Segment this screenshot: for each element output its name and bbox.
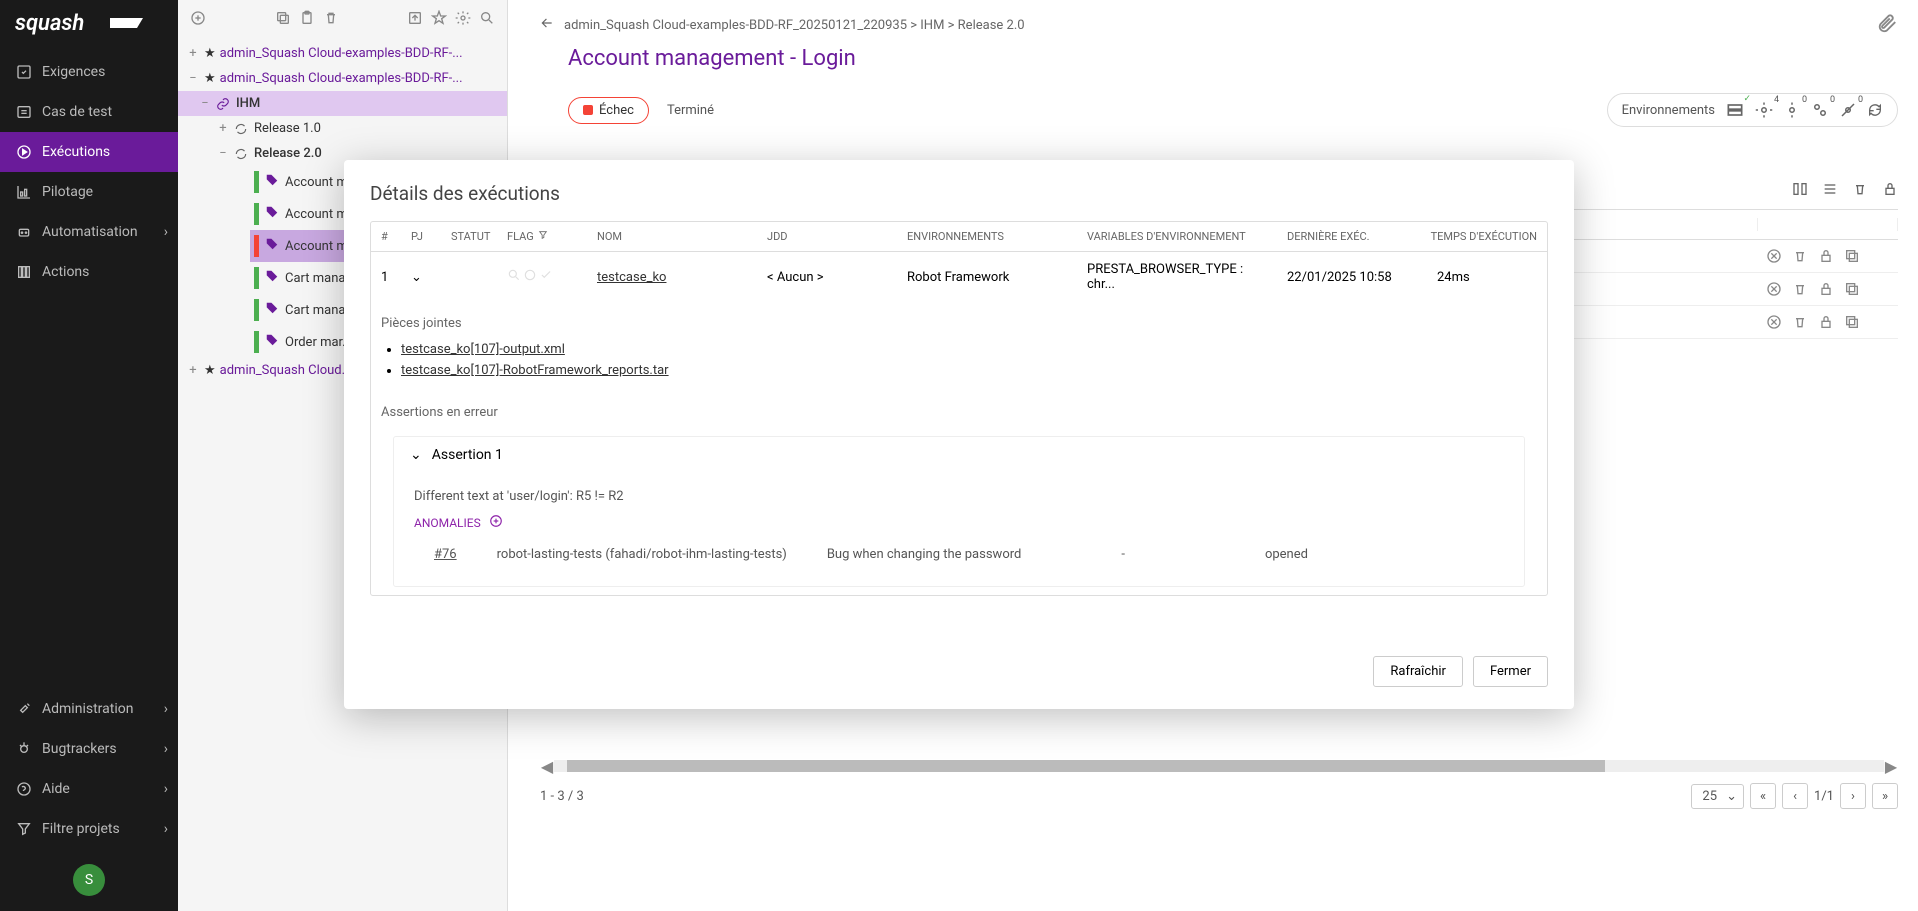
assertion-text: Different text at 'user/login': R5 != R2 <box>414 489 1504 504</box>
anomaly-id-link[interactable]: #76 <box>434 547 457 562</box>
anomalies-title: ANOMALIES <box>414 516 481 530</box>
attachments-list: testcase_ko[107]-output.xml testcase_ko[… <box>371 339 1547 391</box>
chevron-down-icon[interactable]: ⌄ <box>401 270 441 285</box>
col-status: STATUT <box>441 230 497 243</box>
execution-details-modal: Détails des exécutions # PJ STATUT FLAG … <box>344 160 1574 709</box>
refresh-button[interactable]: Rafraîchir <box>1373 656 1463 687</box>
flag-icon <box>507 268 521 286</box>
col-env: ENVIRONNEMENTS <box>897 230 1077 243</box>
anomaly-status: opened <box>1265 547 1308 562</box>
anomaly-row[interactable]: #76 robot-lasting-tests (fahadi/robot-ih… <box>414 539 1504 570</box>
add-anomaly-icon[interactable] <box>489 514 503 531</box>
attachment-link[interactable]: testcase_ko[107]-RobotFramework_reports.… <box>401 363 669 378</box>
assertion-label: Assertion 1 <box>432 447 503 463</box>
col-vars: VARIABLES D'ENVIRONNEMENT <box>1077 230 1277 243</box>
col-name: NOM <box>587 230 757 243</box>
col-jdd: JDD <box>757 230 897 243</box>
close-button[interactable]: Fermer <box>1473 656 1548 687</box>
col-time: TEMPS D'EXÉCUTION <box>1417 230 1547 243</box>
attachments-title: Pièces jointes <box>371 302 1547 339</box>
flag-icon <box>539 268 553 286</box>
testcase-link[interactable]: testcase_ko <box>597 270 666 285</box>
filter-icon[interactable] <box>538 230 548 243</box>
anomaly-desc: Bug when changing the password <box>827 547 1022 562</box>
modal-overlay: Détails des exécutions # PJ STATUT FLAG … <box>0 0 1918 911</box>
anomaly-project: robot-lasting-tests (fahadi/robot-ihm-la… <box>497 547 787 562</box>
flag-icon <box>523 268 537 286</box>
assertions-title: Assertions en erreur <box>371 391 1547 428</box>
col-pj: PJ <box>401 230 441 243</box>
modal-title: Détails des exécutions <box>370 182 1548 205</box>
attachment-link[interactable]: testcase_ko[107]-output.xml <box>401 342 565 357</box>
col-flag: FLAG <box>497 230 587 243</box>
col-last: DERNIÈRE EXÉC. <box>1277 230 1417 243</box>
modal-table-row[interactable]: 1 ⌄ testcase_ko < Aucun > Robot Framewor… <box>371 252 1547 302</box>
chevron-down-icon: ⌄ <box>410 447 422 463</box>
assertion-toggle[interactable]: ⌄ Assertion 1 <box>394 437 1524 473</box>
anomaly-col3: - <box>1121 547 1125 562</box>
col-num: # <box>371 230 401 243</box>
